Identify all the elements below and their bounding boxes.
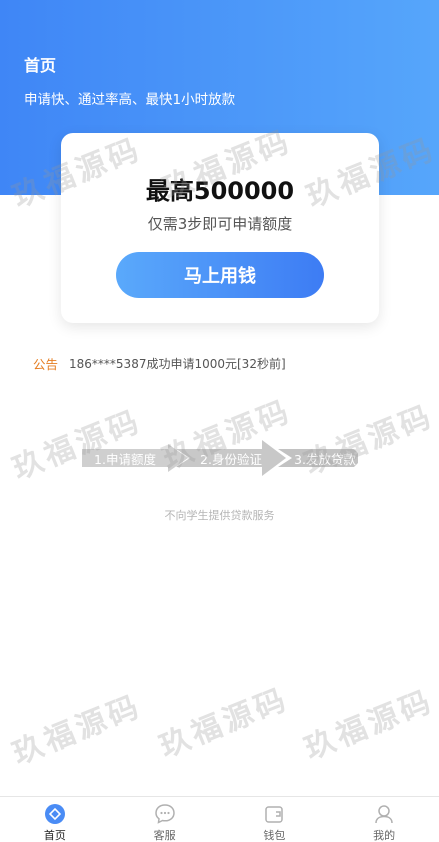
watermark: 玖福源码	[299, 683, 439, 767]
page-title: 首页	[24, 56, 57, 75]
process-steps: 3.发放贷款 2.身份验证 1.申请额度	[82, 440, 358, 476]
step-3: 3.发放贷款	[278, 449, 358, 467]
disclaimer-text: 不向学生提供贷款服务	[164, 509, 275, 522]
user-icon	[373, 803, 395, 825]
home-icon	[44, 803, 66, 825]
watermark: 玖福源码	[7, 688, 147, 772]
steps-hint: 仅需3步即可申请额度	[147, 215, 293, 233]
tab-home-label: 首页	[43, 829, 66, 842]
watermark: 玖福源码	[154, 681, 294, 765]
tab-mine-label: 我的	[373, 829, 396, 842]
step-1-arrow	[168, 444, 188, 472]
tab-wallet[interactable]: 钱包	[220, 797, 330, 842]
tab-service-label: 客服	[153, 829, 176, 842]
slogan-text: 申请快、通过率高、最快1小时放款	[24, 92, 236, 108]
max-amount: 最高500000	[145, 177, 295, 205]
borrow-now-button[interactable]: 马上用钱	[116, 252, 324, 298]
notice-bar: 公告 186****5387成功申请1000元[32秒前]	[33, 354, 286, 373]
tab-wallet-label: 钱包	[263, 829, 286, 842]
step-2-arrow	[262, 440, 286, 476]
chat-icon	[154, 803, 176, 825]
notice-tag: 公告	[33, 357, 59, 372]
wallet-icon	[263, 803, 285, 825]
tab-service[interactable]: 客服	[110, 797, 220, 842]
loan-card: 最高500000 仅需3步即可申请额度 马上用钱	[61, 133, 379, 323]
tab-home[interactable]: 首页	[0, 797, 110, 842]
tab-mine[interactable]: 我的	[329, 797, 439, 842]
tab-bar: 首页 客服 钱包 我的	[0, 796, 439, 842]
notice-text: 186****5387成功申请1000元[32秒前]	[69, 357, 286, 371]
